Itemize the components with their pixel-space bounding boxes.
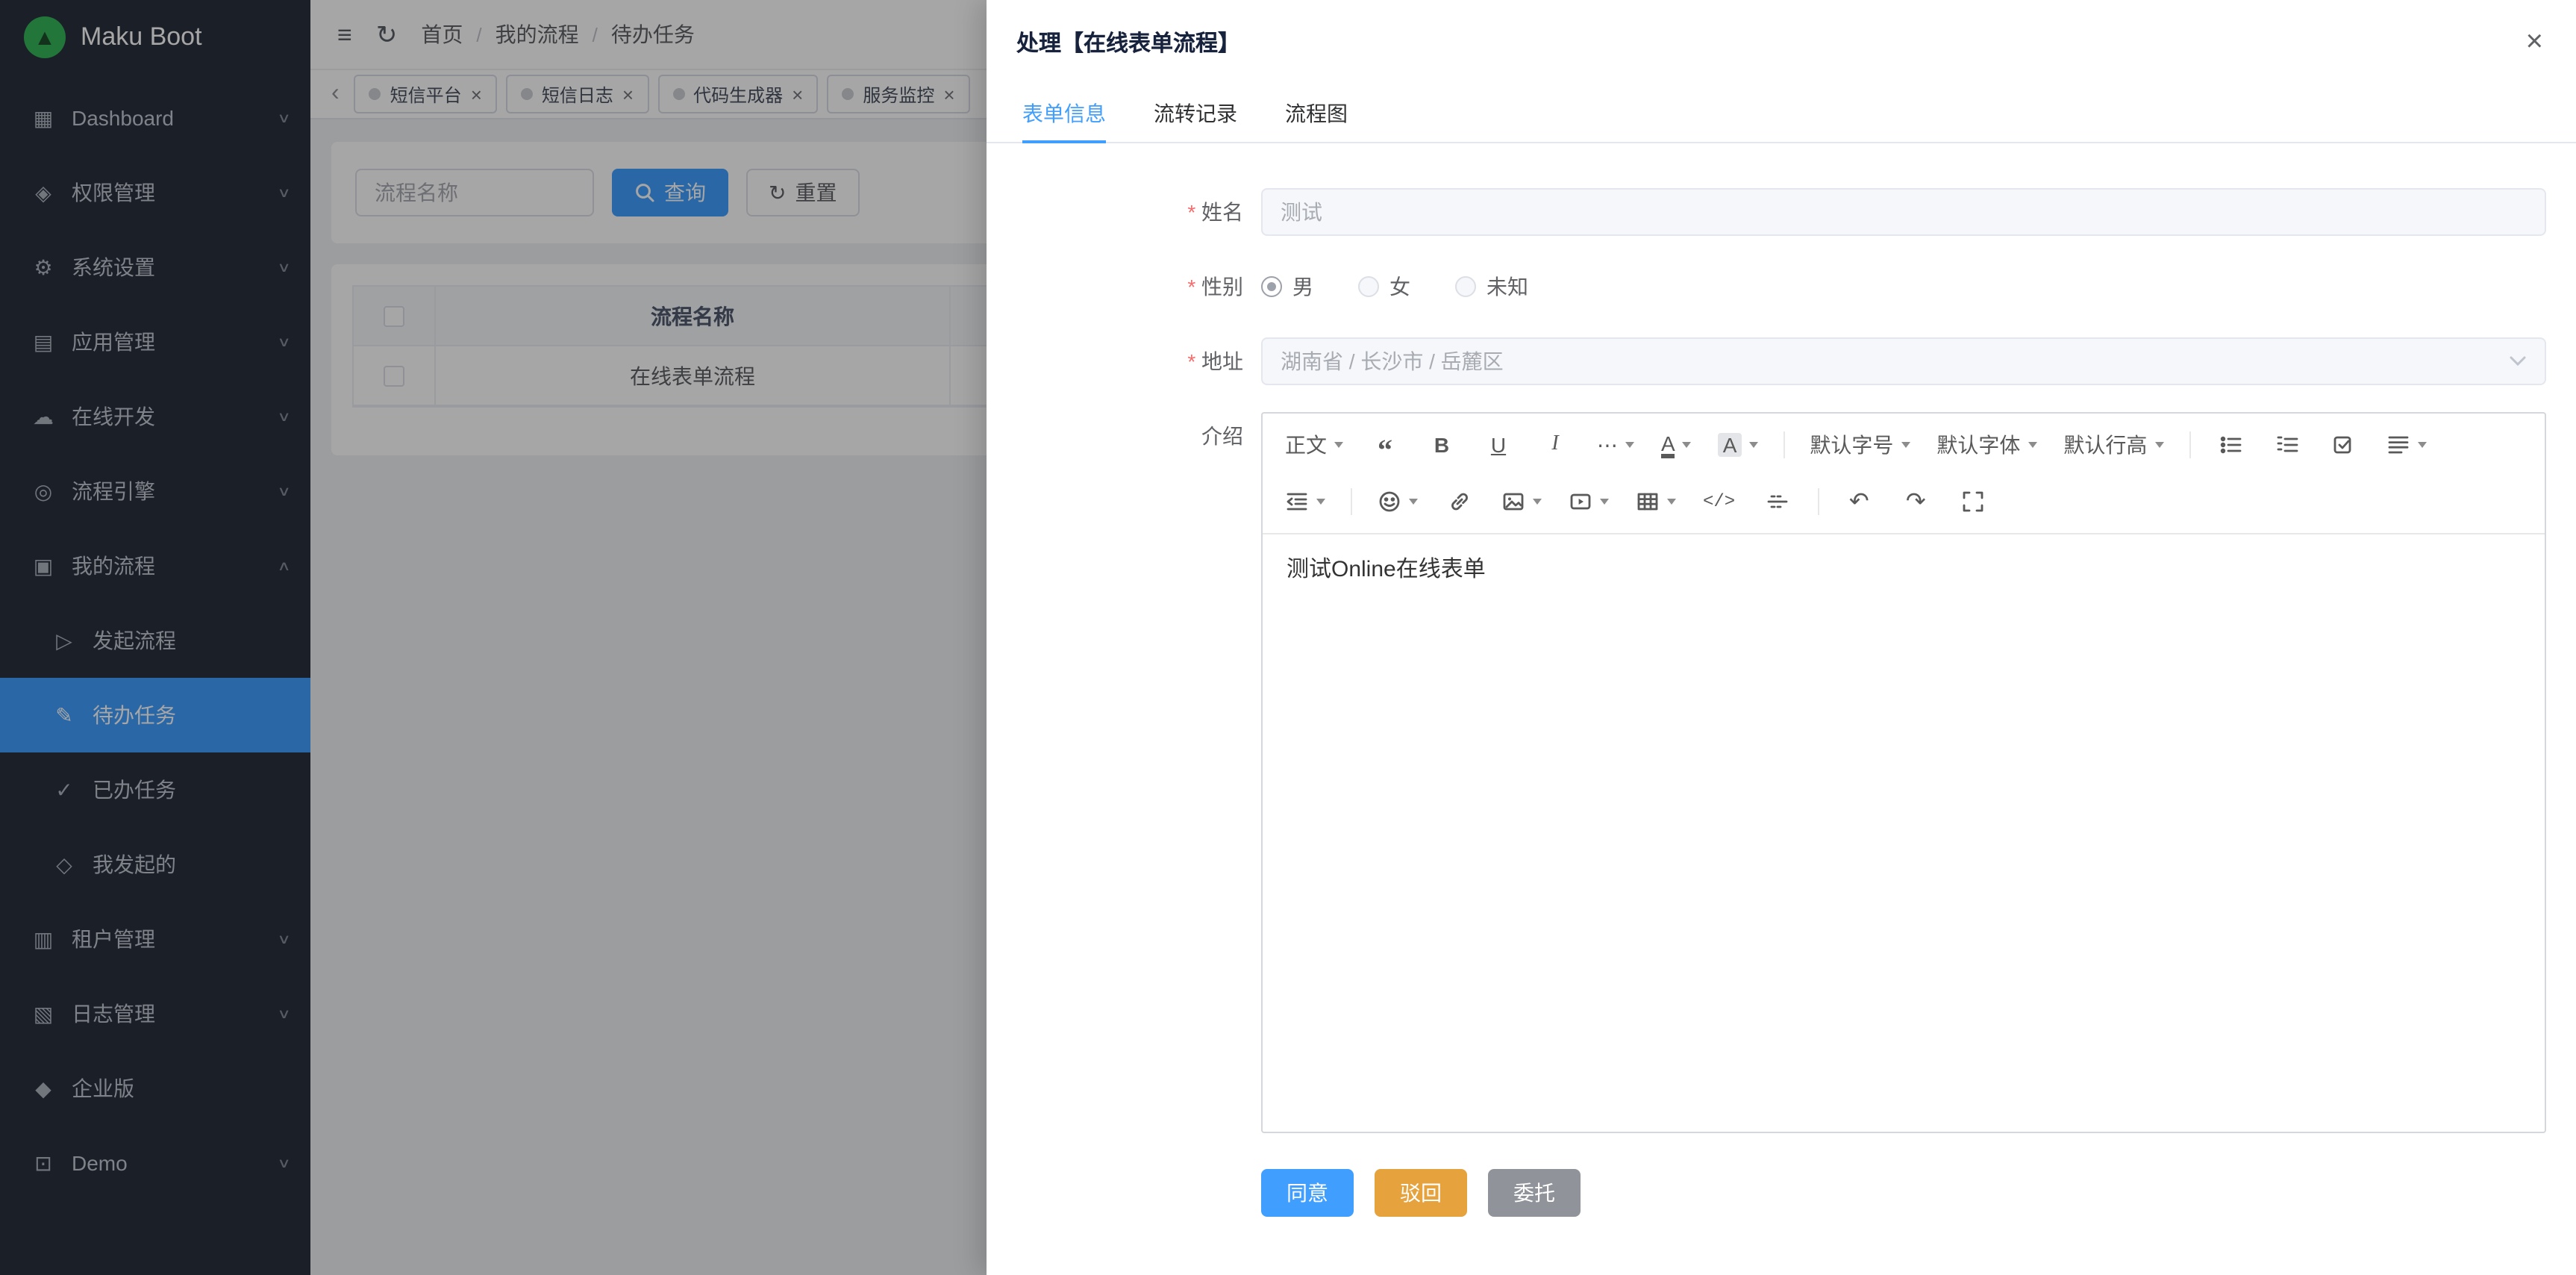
bold-button[interactable]: B xyxy=(1419,423,1464,467)
font-family-dropdown[interactable]: 默认字体 xyxy=(1929,423,2044,467)
drawer-title: 处理【在线表单流程】 xyxy=(1016,26,1240,57)
todo-list-button[interactable] xyxy=(2322,423,2366,467)
toolbar-divider xyxy=(1817,488,1819,515)
name-label: 姓名 xyxy=(1022,188,1261,236)
insert-table-dropdown[interactable] xyxy=(1628,479,1684,524)
tab-flow-diagram[interactable]: 流程图 xyxy=(1285,84,1348,142)
horizontal-rule-icon xyxy=(1765,490,1789,514)
editor-toolbar-row-2: </> xyxy=(1272,473,2536,530)
radio-unchecked-icon xyxy=(1455,276,1476,297)
reject-button[interactable]: 驳回 xyxy=(1375,1169,1467,1217)
form-row-address: 地址 湖南省 / 长沙市 / 岳麓区 xyxy=(1022,337,2546,385)
editor-content[interactable]: 测试Online在线表单 xyxy=(1263,534,2545,1132)
indent-icon xyxy=(1285,490,1309,514)
caret-down-icon xyxy=(1667,499,1676,505)
emoji-icon xyxy=(1378,490,1401,514)
caret-down-icon xyxy=(1316,499,1325,505)
indent-dropdown[interactable] xyxy=(1278,479,1333,524)
caret-down-icon xyxy=(1901,442,1910,448)
name-field[interactable] xyxy=(1261,188,2546,236)
video-icon xyxy=(1569,490,1592,514)
address-select[interactable]: 湖南省 / 长沙市 / 岳麓区 xyxy=(1261,337,2546,385)
form-row-gender: 性别 男 女 未知 xyxy=(1022,263,2546,311)
code-block-button[interactable]: </> xyxy=(1695,479,1742,524)
image-icon xyxy=(1501,490,1525,514)
gender-radio-female[interactable]: 女 xyxy=(1358,272,1410,302)
caret-down-icon xyxy=(1748,442,1757,448)
tab-flow-records[interactable]: 流转记录 xyxy=(1154,84,1237,142)
underline-button[interactable]: U xyxy=(1476,423,1521,467)
gender-radio-unknown[interactable]: 未知 xyxy=(1455,272,1528,302)
insert-link-button[interactable] xyxy=(1437,479,1482,524)
ordered-list-button[interactable] xyxy=(2265,423,2310,467)
editor-toolbar-row-1: 正文 “ B U xyxy=(1272,417,2536,473)
drawer-tabs: 表单信息 流转记录 流程图 xyxy=(987,84,2576,143)
task-handle-drawer: 处理【在线表单流程】 × 表单信息 流转记录 流程图 姓名 性别 xyxy=(987,0,2576,1275)
app-screen: ▲ Maku Boot ▦ Dashboard ∨ ◈ 权限管理 ∨ ⚙ 系统设… xyxy=(0,0,2576,1275)
align-icon xyxy=(2386,433,2410,457)
delegate-button[interactable]: 委托 xyxy=(1488,1169,1581,1217)
redo-button[interactable]: ↷ xyxy=(1893,479,1938,524)
caret-down-icon xyxy=(1600,499,1609,505)
caret-down-icon xyxy=(1334,442,1343,448)
link-icon xyxy=(1448,490,1472,514)
caret-down-icon xyxy=(1409,499,1418,505)
ordered-list-icon xyxy=(2275,433,2299,457)
form-row-intro: 介绍 正文 “ B xyxy=(1022,412,2546,1133)
editor-toolbar: 正文 “ B U xyxy=(1263,414,2545,534)
toolbar-divider xyxy=(2189,431,2190,458)
gender-label: 性别 xyxy=(1022,263,1261,311)
font-size-dropdown[interactable]: 默认字号 xyxy=(1802,423,1917,467)
fullscreen-button[interactable] xyxy=(1950,479,1995,524)
toolbar-divider xyxy=(1783,431,1784,458)
agree-button[interactable]: 同意 xyxy=(1261,1169,1354,1217)
blockquote-button[interactable]: “ xyxy=(1363,423,1407,467)
drawer-body: 姓名 性别 男 女 xyxy=(987,143,2576,1275)
bullet-list-button[interactable] xyxy=(2208,423,2253,467)
italic-button[interactable]: I xyxy=(1533,423,1578,467)
fullscreen-icon xyxy=(1960,490,1984,514)
intro-label: 介绍 xyxy=(1022,412,1261,460)
drawer-header: 处理【在线表单流程】 × xyxy=(987,0,2576,84)
radio-checked-icon xyxy=(1261,276,1282,297)
bullet-list-icon xyxy=(2219,433,2242,457)
tab-form-info[interactable]: 表单信息 xyxy=(1022,84,1106,142)
font-color-dropdown[interactable]: A xyxy=(1654,423,1699,467)
divider-button[interactable] xyxy=(1754,479,1799,524)
form-row-name: 姓名 xyxy=(1022,188,2546,236)
close-icon[interactable]: × xyxy=(2526,27,2543,57)
more-styles-dropdown[interactable]: ⋯ xyxy=(1589,423,1642,467)
table-icon xyxy=(1636,490,1660,514)
insert-video-dropdown[interactable] xyxy=(1561,479,1616,524)
caret-down-icon xyxy=(1533,499,1542,505)
justify-dropdown[interactable] xyxy=(2378,423,2433,467)
background-color-dropdown[interactable]: A xyxy=(1711,423,1766,467)
gender-radio-male[interactable]: 男 xyxy=(1261,272,1313,302)
caret-down-icon xyxy=(1625,442,1634,448)
radio-unchecked-icon xyxy=(1358,276,1379,297)
address-value: 湖南省 / 长沙市 / 岳麓区 xyxy=(1281,346,1504,376)
toolbar-divider xyxy=(1351,488,1352,515)
insert-image-dropdown[interactable] xyxy=(1494,479,1549,524)
gender-radio-group: 男 女 未知 xyxy=(1261,263,2546,311)
todo-checkbox-icon xyxy=(2332,433,2356,457)
drawer-footer: 同意 驳回 委托 xyxy=(1261,1169,2546,1262)
caret-down-icon xyxy=(2028,442,2036,448)
caret-down-icon xyxy=(2417,442,2426,448)
rich-text-editor: 正文 “ B U xyxy=(1261,412,2546,1133)
address-label: 地址 xyxy=(1022,337,1261,385)
line-height-dropdown[interactable]: 默认行高 xyxy=(2056,423,2171,467)
paragraph-style-dropdown[interactable]: 正文 xyxy=(1278,423,1351,467)
undo-button[interactable]: ↶ xyxy=(1836,479,1881,524)
caret-down-icon xyxy=(2154,442,2163,448)
caret-down-icon xyxy=(1683,442,1692,448)
emoji-dropdown[interactable] xyxy=(1370,479,1425,524)
chevron-down-icon xyxy=(2509,355,2527,367)
